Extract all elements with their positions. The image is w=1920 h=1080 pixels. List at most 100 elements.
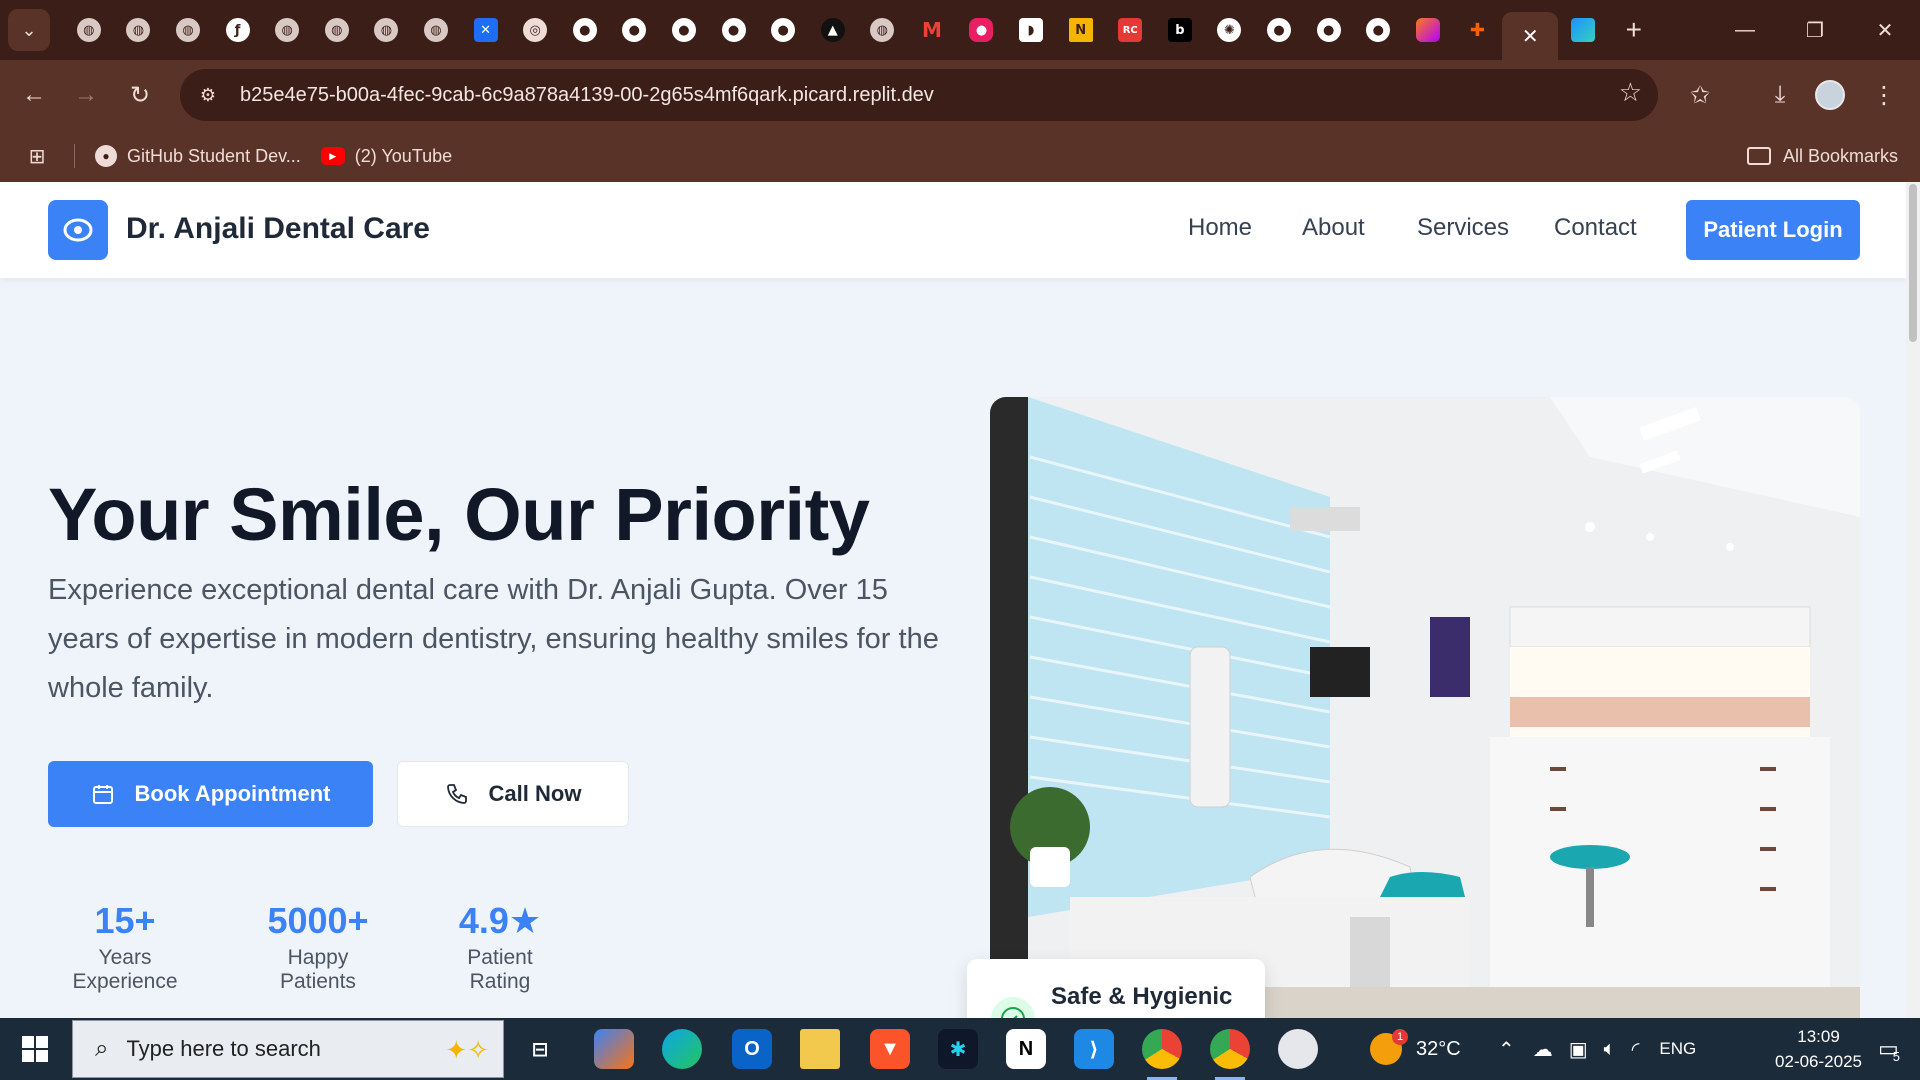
weather-widget[interactable]: 1 32°C: [1370, 1018, 1461, 1080]
github-icon: ●: [622, 18, 647, 42]
github-icon: ●: [572, 18, 597, 42]
tab[interactable]: ◍: [362, 10, 412, 50]
address-bar[interactable]: ⚙ b25e4e75-b00a-4fec-9cab-6c9a878a4139-0…: [180, 69, 1658, 121]
tab-icon: ✚: [1469, 19, 1485, 41]
reading-list-icon[interactable]: ✩: [1682, 77, 1718, 113]
start-button[interactable]: [14, 1032, 56, 1066]
tab[interactable]: ●: [1304, 10, 1354, 50]
bookmark-youtube[interactable]: ▶ (2) YouTube: [320, 146, 452, 167]
github-icon: ●: [1267, 18, 1292, 42]
tab[interactable]: ●: [610, 10, 660, 50]
restore-button[interactable]: ❐: [1780, 0, 1850, 60]
chevron-up-icon[interactable]: ⌃: [1498, 1037, 1515, 1062]
search-icon: ⌕: [95, 1035, 109, 1062]
new-tab-button[interactable]: +: [1614, 10, 1654, 50]
forward-button[interactable]: →: [68, 77, 104, 113]
tab[interactable]: ●: [560, 10, 610, 50]
outlook-icon[interactable]: O: [732, 1029, 772, 1069]
tab[interactable]: ●: [709, 10, 759, 50]
language-indicator[interactable]: ENG: [1659, 1039, 1696, 1059]
tab[interactable]: b: [1155, 10, 1205, 50]
book-appointment-button[interactable]: Book Appointment: [48, 761, 373, 827]
tab[interactable]: ✕: [461, 10, 511, 50]
all-bookmarks-button[interactable]: All Bookmarks: [1746, 130, 1898, 182]
tab[interactable]: ƒ: [213, 10, 263, 50]
close-window-button[interactable]: ✕: [1850, 0, 1920, 60]
tab[interactable]: ◍: [312, 10, 362, 50]
tab[interactable]: M: [907, 10, 957, 50]
copilot-icon[interactable]: [594, 1029, 634, 1069]
wifi-icon[interactable]: ◜: [1632, 1037, 1640, 1062]
display-icon[interactable]: ▣: [1569, 1037, 1588, 1062]
tab[interactable]: ▲: [808, 10, 858, 50]
download-icon[interactable]: ⤓: [1762, 77, 1798, 113]
reload-button[interactable]: ↻: [122, 77, 158, 113]
apps-grid-icon[interactable]: ⊞: [26, 145, 48, 168]
tab[interactable]: [1403, 10, 1453, 50]
call-now-button[interactable]: Call Now: [397, 761, 629, 827]
vscode-icon[interactable]: ⟩: [1074, 1029, 1114, 1069]
task-view-icon[interactable]: ⊟: [520, 1029, 560, 1069]
weather-badge: 1: [1392, 1029, 1408, 1045]
butterfly-icon: ✕: [473, 18, 498, 42]
notification-count: 5: [1892, 1048, 1901, 1064]
tab[interactable]: ✚: [1453, 10, 1503, 50]
file-explorer-icon[interactable]: [800, 1029, 840, 1069]
nav-services[interactable]: Services: [1417, 214, 1509, 242]
tab[interactable]: ◍: [411, 10, 461, 50]
weather-temp: 32°C: [1416, 1037, 1461, 1060]
tab-active[interactable]: ✕: [1502, 12, 1559, 60]
clock[interactable]: 13:09 02-06-2025: [1775, 1024, 1862, 1074]
calendar-icon: [91, 782, 115, 806]
tab[interactable]: ◍: [858, 10, 908, 50]
tab[interactable]: ◍: [262, 10, 312, 50]
chrome-icon: ◎: [523, 18, 548, 42]
app-icon[interactable]: [1278, 1029, 1318, 1069]
tab[interactable]: RC: [1105, 10, 1155, 50]
tab[interactable]: [1558, 10, 1608, 50]
profile-avatar[interactable]: [1812, 77, 1848, 113]
menu-icon[interactable]: ⋮: [1866, 77, 1902, 113]
tab[interactable]: ●: [659, 10, 709, 50]
edge-icon[interactable]: [662, 1029, 702, 1069]
tab[interactable]: ✺: [1205, 10, 1255, 50]
brand-name[interactable]: Dr. Anjali Dental Care: [126, 212, 430, 246]
url-text[interactable]: b25e4e75-b00a-4fec-9cab-6c9a878a4139-00-…: [240, 84, 934, 107]
site-info-icon[interactable]: ⚙: [190, 77, 226, 113]
volume-icon[interactable]: 🔈︎: [1604, 1038, 1616, 1061]
tab[interactable]: ●: [758, 10, 808, 50]
tab[interactable]: N: [1056, 10, 1106, 50]
tab[interactable]: ◍: [114, 10, 164, 50]
bookmark-github[interactable]: ● GitHub Student Dev...: [95, 145, 301, 167]
tab[interactable]: ◍: [64, 10, 114, 50]
logo[interactable]: [48, 200, 108, 260]
notion-icon[interactable]: N: [1006, 1029, 1046, 1069]
taskbar-search[interactable]: ⌕ Type here to search ✦✧: [72, 1020, 504, 1078]
tab[interactable]: ◍: [163, 10, 213, 50]
youtube-icon: ▶: [320, 147, 345, 165]
tab[interactable]: ●: [1353, 10, 1403, 50]
scroll-thumb[interactable]: [1909, 184, 1917, 342]
notification-button[interactable]: ▭ 5: [1872, 1032, 1906, 1066]
chrome-icon[interactable]: [1210, 1029, 1250, 1069]
tab[interactable]: ●: [957, 10, 1007, 50]
page-scrollbar[interactable]: [1906, 182, 1920, 1018]
tab[interactable]: ◗: [1006, 10, 1056, 50]
back-button[interactable]: ←: [16, 77, 52, 113]
cloud-error-icon[interactable]: ☁: [1533, 1037, 1553, 1062]
tab-search-button[interactable]: ⌄: [8, 9, 50, 51]
tab[interactable]: ●: [1254, 10, 1304, 50]
minimize-button[interactable]: —: [1710, 0, 1780, 60]
close-icon[interactable]: ✕: [1518, 24, 1542, 48]
app-icon[interactable]: ✱: [938, 1029, 978, 1069]
brave-icon[interactable]: ▼: [870, 1029, 910, 1069]
nav-about[interactable]: About: [1302, 214, 1365, 242]
nav-home[interactable]: Home: [1188, 214, 1252, 242]
arrow-right-icon: →: [74, 81, 98, 108]
tab[interactable]: ◎: [510, 10, 560, 50]
chrome-icon[interactable]: [1142, 1029, 1182, 1069]
bookmark-star-icon[interactable]: ☆: [1619, 77, 1642, 108]
nav-contact[interactable]: Contact: [1554, 214, 1637, 242]
github-icon: ●: [95, 145, 117, 167]
patient-login-button[interactable]: Patient Login: [1686, 200, 1860, 260]
